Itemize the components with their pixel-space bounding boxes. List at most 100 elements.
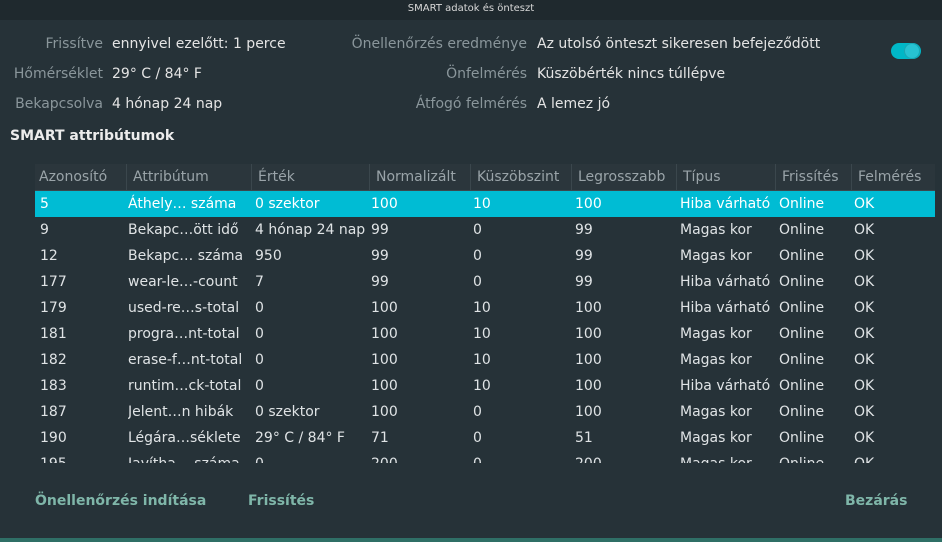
refreshed-value: ennyivel ezelőtt: 1 perce <box>112 36 286 52</box>
cell-update: Online <box>779 430 825 446</box>
column-header-id[interactable]: Azonosító <box>35 164 126 190</box>
cell-attribute: Áthely… száma <box>128 196 237 212</box>
cell-assessment: OK <box>854 451 934 463</box>
selftest-result-label: Önellenőrzés eredménye <box>351 36 527 52</box>
table-row[interactable]: 12 Bekapc… száma 950 99 0 99 Magas kor Online OK <box>35 243 935 269</box>
cell-value: 0 <box>255 378 264 394</box>
cell-normalized: 100 <box>371 196 398 212</box>
cell-worst: 100 <box>575 300 602 316</box>
cell-type: Magas kor <box>680 352 752 368</box>
column-header-update[interactable]: Frissítés <box>775 164 851 190</box>
cell-normalized: 100 <box>371 352 398 368</box>
cell-attribute: Bekapc…ött idő <box>128 222 239 238</box>
start-selftest-button[interactable]: Önellenőrzés indítása <box>35 493 206 509</box>
table-row[interactable]: 179 used-re…s-total 0 100 10 100 Hiba várható O… <box>35 295 935 321</box>
cell-type: Hiba várható <box>680 300 771 316</box>
power-on-value: 4 hónap 24 nap <box>112 96 223 112</box>
cell-value: 0 <box>255 451 369 463</box>
toggle-knob <box>905 44 919 58</box>
cell-update: Online <box>779 404 825 420</box>
cell-attribute: Javítha… száma <box>128 451 253 463</box>
column-header-worst[interactable]: Legrosszabb <box>571 164 676 190</box>
close-button[interactable]: Bezárás <box>845 493 907 509</box>
table-row[interactable]: 9 Bekapc…ött idő 4 hónap 24 nap 99 0 99 Magas … <box>35 217 935 243</box>
cell-id: 183 <box>40 378 67 394</box>
cell-update: Online <box>779 222 825 238</box>
cell-attribute: erase-f…nt-total <box>128 352 243 368</box>
cell-attribute: progra…nt-total <box>128 326 240 342</box>
overall-assessment-label: Átfogó felmérés <box>415 96 527 112</box>
cell-type: Magas kor <box>680 248 752 264</box>
cell-normalized: 200 <box>371 451 470 463</box>
cell-value: 950 <box>255 248 282 264</box>
cell-assessment: OK <box>854 378 875 394</box>
cell-assessment: OK <box>854 274 875 290</box>
table-row[interactable]: 183 runtim…ck-total 0 100 10 100 Hiba várható O… <box>35 373 935 399</box>
cell-value: 0 <box>255 326 264 342</box>
cell-type: Hiba várható <box>680 196 771 212</box>
column-header-type[interactable]: Típus <box>676 164 775 190</box>
cell-worst: 200 <box>575 451 679 463</box>
refresh-button[interactable]: Frissítés <box>248 493 314 509</box>
cell-normalized: 99 <box>371 248 389 264</box>
cell-attribute: Bekapc… száma <box>128 248 244 264</box>
cell-assessment: OK <box>854 430 875 446</box>
cell-worst: 100 <box>575 326 602 342</box>
cell-update: Online <box>779 274 825 290</box>
cell-update: Online <box>779 248 825 264</box>
table-row[interactable]: 181 progra…nt-total 0 100 10 100 Magas kor Onli… <box>35 321 935 347</box>
cell-threshold: 0 <box>473 274 482 290</box>
cell-update: Online <box>779 451 853 463</box>
column-header-value[interactable]: Érték <box>251 164 369 190</box>
cell-normalized: 100 <box>371 326 398 342</box>
cell-assessment: OK <box>854 196 875 212</box>
cell-worst: 100 <box>575 404 602 420</box>
column-header-assessment[interactable]: Felmérés <box>851 164 935 190</box>
cell-type: Magas kor <box>680 222 752 238</box>
cell-worst: 100 <box>575 352 602 368</box>
table-row[interactable]: 182 erase-f…nt-total 0 100 10 100 Magas kor Onl… <box>35 347 935 373</box>
table-row[interactable]: 195Javítha… száma02000200Magas korOnline… <box>35 451 935 463</box>
cell-worst: 99 <box>575 248 593 264</box>
cell-worst: 99 <box>575 222 593 238</box>
cell-normalized: 71 <box>371 430 389 446</box>
overall-assessment-value: A lemez jó <box>537 96 611 112</box>
table-header: Azonosító Attribútum Érték Normalizált K… <box>35 164 935 191</box>
smart-attributes-title: SMART attribútumok <box>10 128 175 144</box>
cell-threshold: 10 <box>473 196 491 212</box>
column-header-threshold[interactable]: Küszöbszint <box>470 164 571 190</box>
cell-type: Magas kor <box>680 430 752 446</box>
cell-value: 29° C / 84° F <box>255 430 345 446</box>
column-header-normalized[interactable]: Normalizált <box>369 164 470 190</box>
cell-assessment: OK <box>854 352 875 368</box>
cell-threshold: 0 <box>473 248 482 264</box>
cell-value: 0 szektor <box>255 196 320 212</box>
cell-threshold: 0 <box>473 404 482 420</box>
cell-id: 190 <box>40 430 67 446</box>
table-row[interactable]: 190 Légára…séklete 29° C / 84° F 71 0 51 Magas… <box>35 425 935 451</box>
cell-threshold: 10 <box>473 378 491 394</box>
self-assessment-value: Küszöbérték nincs túllépve <box>537 66 726 82</box>
cell-id: 177 <box>40 274 67 290</box>
cell-worst: 100 <box>575 196 602 212</box>
cell-value: 4 hónap 24 nap <box>255 222 366 238</box>
column-header-attribute[interactable]: Attribútum <box>126 164 251 190</box>
table-row[interactable]: 177 wear-le…-count 7 99 0 99 Hiba várható Onlin… <box>35 269 935 295</box>
cell-worst: 100 <box>575 378 602 394</box>
cell-id: 179 <box>40 300 67 316</box>
cell-threshold: 10 <box>473 326 491 342</box>
cell-id: 12 <box>40 248 58 264</box>
cell-type: Hiba várható <box>680 274 771 290</box>
cell-id: 9 <box>40 222 49 238</box>
cell-value: 0 szektor <box>255 404 320 420</box>
cell-normalized: 100 <box>371 378 398 394</box>
cell-worst: 51 <box>575 430 593 446</box>
smart-enable-toggle[interactable] <box>891 43 921 59</box>
smart-attributes-table[interactable]: Azonosító Attribútum Érték Normalizált K… <box>35 164 935 463</box>
power-on-label: Bekapcsolva <box>15 96 103 112</box>
table-row[interactable]: 5 Áthely… száma 0 szektor 100 10 100 Hiba várh… <box>35 191 935 217</box>
refreshed-label: Frissítve <box>45 36 103 52</box>
cell-type: Magas kor <box>680 404 752 420</box>
cell-threshold: 10 <box>473 352 491 368</box>
table-row[interactable]: 187 Jelent…n hibák 0 szektor 100 0 100 Magas k… <box>35 399 935 425</box>
